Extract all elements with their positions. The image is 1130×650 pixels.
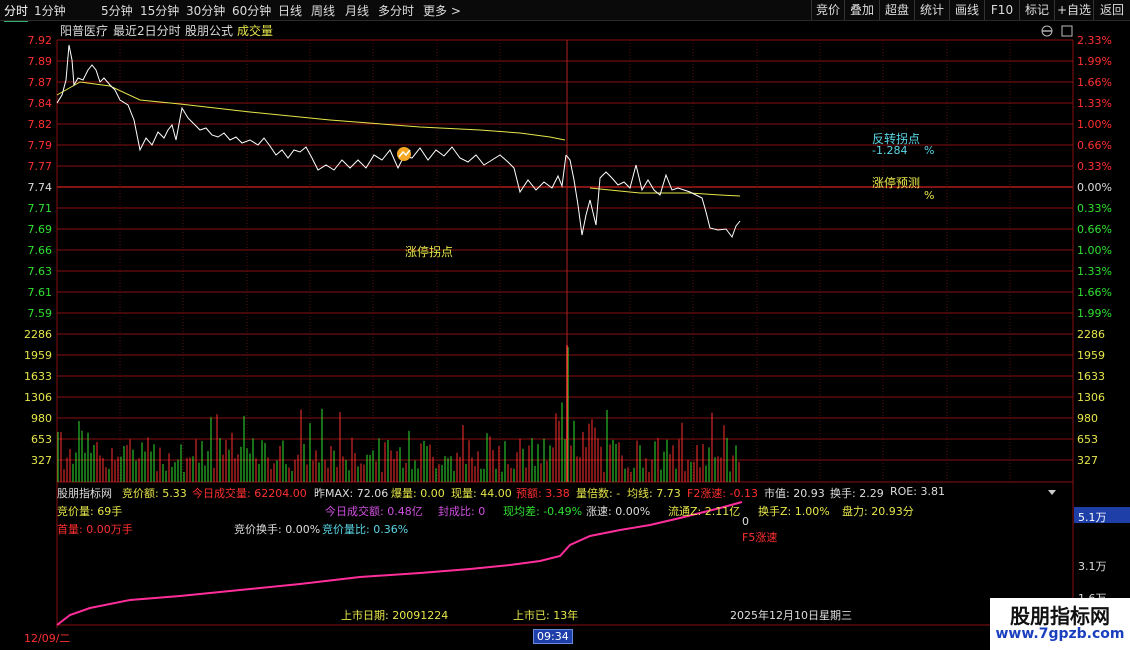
volume-tick-label-right: 653 <box>1077 433 1098 446</box>
market-cap: 市值: 20.93 <box>764 487 825 500</box>
volume-tick-label-right: 980 <box>1077 412 1098 425</box>
seal-ratio: 封成比: 0 <box>438 505 486 518</box>
left-tick-label: 7.82 <box>28 118 53 131</box>
volume-tick-label-right: 1633 <box>1077 370 1105 383</box>
right-tick-label: 1.99% <box>1077 55 1112 68</box>
volume-tick-label-right: 1959 <box>1077 349 1105 362</box>
average-price-line <box>56 81 566 141</box>
volume-tick-label-left: 2286 <box>24 328 52 341</box>
today-amount: 今日成交额: 0.48亿 <box>325 505 423 518</box>
volume-tick-label-left: 1633 <box>24 370 52 383</box>
limit-forecast-label: 涨停预测 <box>872 176 921 190</box>
left-tick-label: 7.84 <box>28 97 53 110</box>
volume-tick-label-left: 1306 <box>24 391 52 404</box>
f5-speed-label: F5涨速 <box>742 531 778 544</box>
main-chart: 7.92 7.89 7.87 7.84 7.82 7.79 7.77 7.74 7.71 7.69… <box>24 34 1130 628</box>
right-percent-axis: 2.33% 1.99% 1.66% 1.33% 1.00% 0.66% 0.33% 0.00%… <box>1077 34 1112 320</box>
left-tick-label: 7.79 <box>28 139 53 152</box>
left-tick-label: 7.89 <box>28 55 53 68</box>
right-tick-label: 0.00% <box>1077 181 1112 194</box>
f2-speed: F2涨速: -0.13 <box>687 487 758 500</box>
volume-tick-label-right: 1306 <box>1077 391 1105 404</box>
limit-turn-label: 涨停拐点 <box>405 245 454 259</box>
right-tick-label: 1.33% <box>1077 97 1112 110</box>
scale-mid: 3.1万 <box>1078 560 1107 573</box>
volume-tick-label-left: 980 <box>31 412 52 425</box>
left-tick-label: 7.74 <box>28 181 53 194</box>
dropdown-arrow-icon[interactable] <box>1048 490 1056 495</box>
prev-max: 昨MAX: 72.06 <box>314 487 389 500</box>
listed-years: 上市已: 13年 <box>513 609 579 622</box>
volume-ratio: 量倍数: - <box>576 487 621 500</box>
current-volume: 现量: 44.00 <box>451 487 512 500</box>
right-tick-label: 0.33% <box>1077 202 1112 215</box>
chart-grid <box>56 39 1130 628</box>
limit-forecast-unit: % <box>924 189 935 202</box>
left-date-label: 12/09/二 <box>24 632 71 645</box>
volume-tick-label-right: 2286 <box>1077 328 1105 341</box>
right-tick-label: 1.00% <box>1077 118 1112 131</box>
auction-amount: 竞价额: 5.33 <box>122 487 187 500</box>
watermark-logo: 股朋指标网 www.7gpzb.com <box>990 598 1130 650</box>
current-date: 2025年12月10日星期三 <box>730 609 852 622</box>
explode-volume: 爆量: 0.00 <box>391 487 445 500</box>
left-tick-label: 7.87 <box>28 76 53 89</box>
volume-tick-label-left: 327 <box>31 454 52 467</box>
first-volume: 首量: 0.00万手 <box>57 523 133 536</box>
left-tick-label: 7.63 <box>28 265 53 278</box>
left-tick-label: 7.92 <box>28 34 53 47</box>
left-tick-label: 7.61 <box>28 286 53 299</box>
left-price-axis: 7.92 7.89 7.87 7.84 7.82 7.79 7.77 7.74 7.71 7.69… <box>28 34 53 320</box>
turnover-z: 换手Z: 1.00% <box>758 505 830 518</box>
reversal-point-unit: % <box>924 144 935 157</box>
right-tick-label: 0.33% <box>1077 160 1112 173</box>
cursor-time-label[interactable]: 09:34 <box>533 629 573 644</box>
avg-line-value: 均线: 7.73 <box>627 487 681 500</box>
signal-marker-icon <box>397 147 411 161</box>
turnover: 换手: 2.29 <box>830 487 884 500</box>
right-tick-label: 1.00% <box>1077 244 1112 257</box>
volume-tick-label-left: 1959 <box>24 349 52 362</box>
logo-url: www.7gpzb.com <box>995 626 1125 642</box>
listing-date: 上市日期: 20091224 <box>341 609 449 622</box>
left-tick-label: 7.71 <box>28 202 53 215</box>
volume-tick-label-right: 327 <box>1077 454 1098 467</box>
disk-power: 盘力: 20.93分 <box>842 505 914 518</box>
time-axis: 12/09/二 09:34 <box>0 628 990 650</box>
scale-top: 5.1万 <box>1078 511 1107 524</box>
average-price-line-day2 <box>589 187 741 197</box>
auction-qty-ratio: 竞价量比: 0.36% <box>322 523 409 536</box>
left-tick-label: 7.59 <box>28 307 53 320</box>
right-tick-label: 1.66% <box>1077 286 1112 299</box>
zero-value: 0 <box>742 515 749 528</box>
speed: 涨速: 0.00% <box>586 505 651 518</box>
right-tick-label: 1.66% <box>1077 76 1112 89</box>
volume-bars <box>57 345 740 482</box>
now-avg-diff: 现均差: -0.49% <box>503 505 583 518</box>
logo-title: 股朋指标网 <box>1010 604 1110 628</box>
left-tick-label: 7.77 <box>28 160 53 173</box>
forecast-amount: 预额: 3.38 <box>516 487 570 500</box>
roe: ROE: 3.81 <box>890 485 945 498</box>
volume-tick-label-left: 653 <box>31 433 52 446</box>
today-volume: 今日成交量: 62204.00 <box>192 487 307 500</box>
left-tick-label: 7.66 <box>28 244 53 257</box>
indicator-name: 股朋指标网 <box>57 487 112 500</box>
auction-qty: 竞价量: 69手 <box>57 505 123 518</box>
auction-turnover: 竞价换手: 0.00% <box>234 523 321 536</box>
reversal-point-value: -1.284 <box>872 144 908 157</box>
right-tick-label: 1.99% <box>1077 307 1112 320</box>
right-tick-label: 2.33% <box>1077 34 1112 47</box>
price-line-day2 <box>565 154 741 239</box>
right-tick-label: 0.66% <box>1077 223 1112 236</box>
left-tick-label: 7.69 <box>28 223 53 236</box>
right-tick-label: 1.33% <box>1077 265 1112 278</box>
float-shares: 流通Z: 2.11亿 <box>668 505 741 518</box>
right-tick-label: 0.66% <box>1077 139 1112 152</box>
